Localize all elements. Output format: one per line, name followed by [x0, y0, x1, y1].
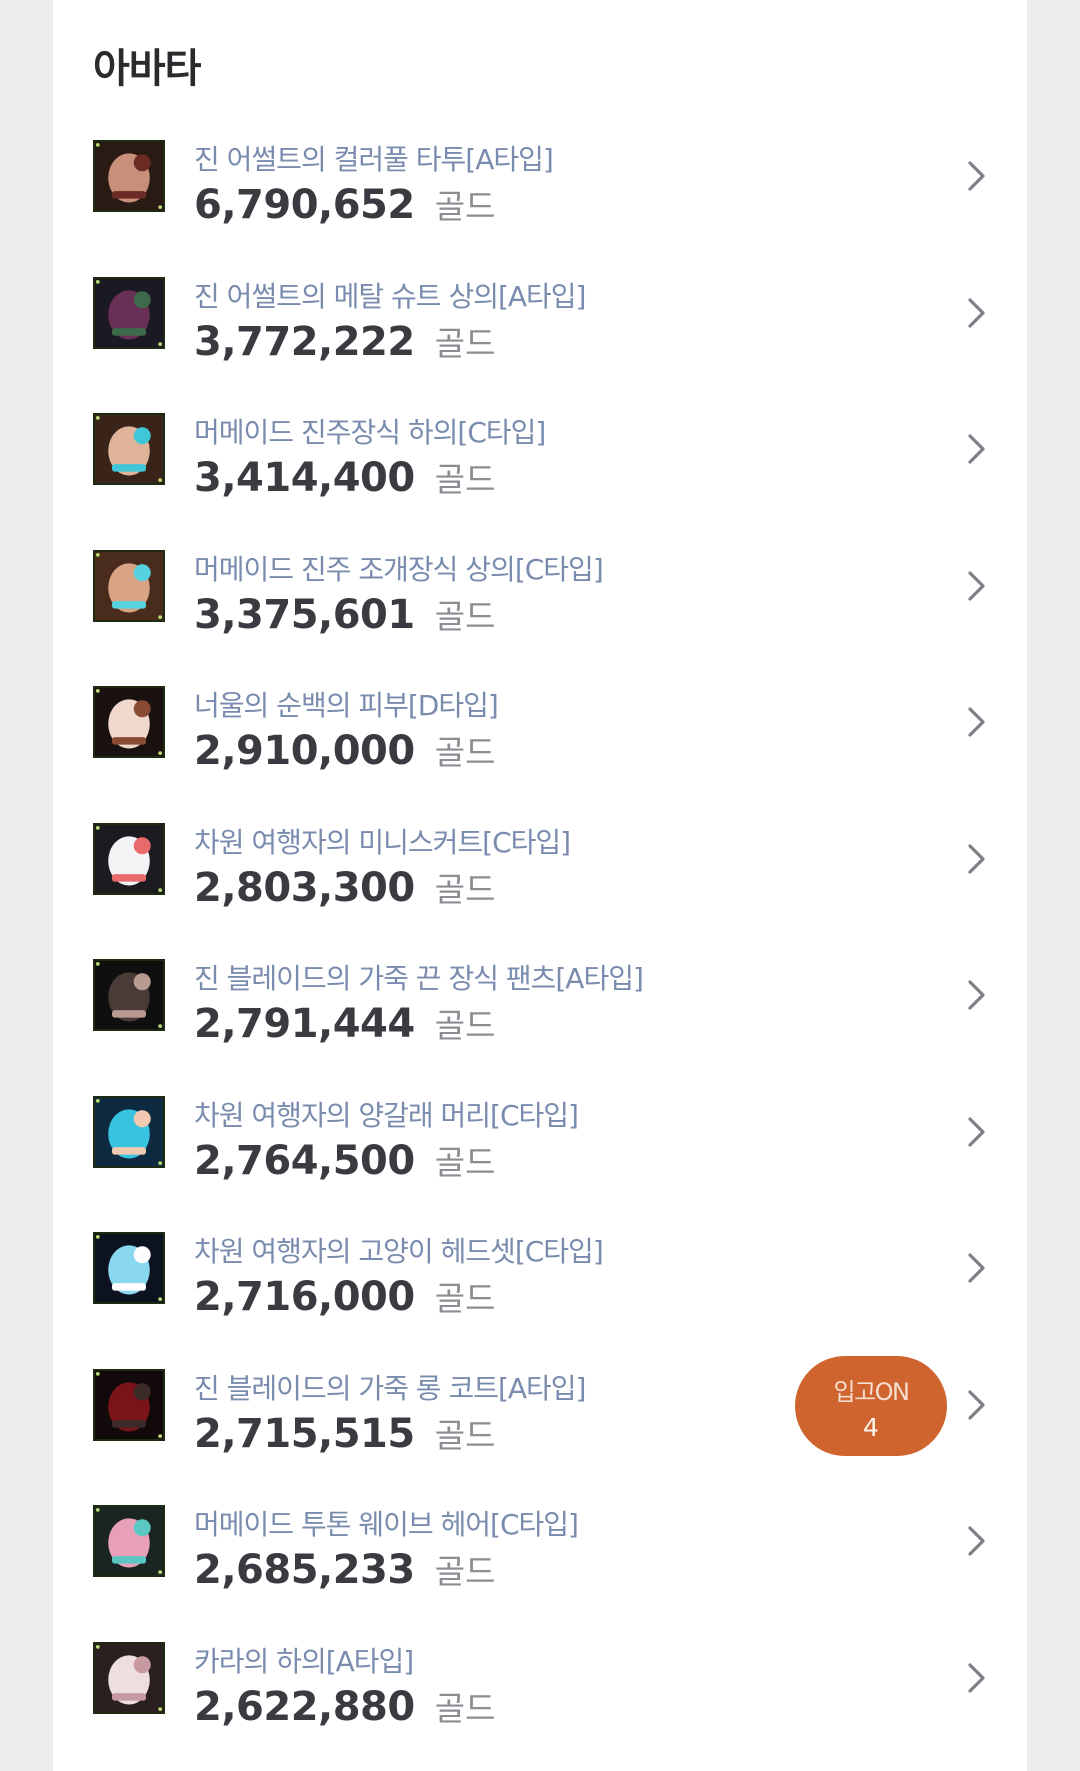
- item-price-row: 2,715,515 골드: [194, 1409, 495, 1457]
- item-price: 2,764,500: [194, 1137, 415, 1184]
- item-price: 2,716,000: [194, 1274, 415, 1320]
- avatar-wave-hair-icon: [93, 1505, 165, 1577]
- item-price-unit: 골드: [434, 596, 496, 636]
- section-title: 아바타: [93, 46, 201, 92]
- restock-badge-label: 입고ON: [833, 1377, 910, 1406]
- item-price: 3,375,601: [194, 591, 415, 638]
- item-name: 카라의 하의[A타입]: [194, 1644, 414, 1678]
- avatar-item-row[interactable]: 머메이드 투톤 웨이브 헤어[C타입] 2,685,233 골드: [53, 1473, 1027, 1610]
- item-price: 2,685,233: [194, 1547, 415, 1593]
- item-price-unit: 골드: [434, 1688, 496, 1728]
- item-price-row: 6,790,652 골드: [194, 180, 495, 228]
- item-name: 머메이드 진주 조개장식 상의[C타입]: [194, 552, 604, 586]
- item-price: 2,715,515: [194, 1410, 415, 1457]
- item-name: 머메이드 투톤 웨이브 헤어[C타입]: [194, 1508, 579, 1541]
- avatar-item-row[interactable]: 차원 여행자의 미니스커트[C타입] 2,803,300 골드: [53, 791, 1027, 928]
- item-name: 진 어썰트의 컬러풀 타투[A타입]: [194, 143, 554, 176]
- avatar-cat-headset-icon: [93, 1232, 165, 1304]
- avatar-item-row[interactable]: 차원 여행자의 고양이 헤드셋[C타입] 2,716,000 골드: [53, 1200, 1027, 1337]
- item-price-unit: 골드: [434, 869, 496, 909]
- avatar-item-row[interactable]: 진 어썰트의 메탈 슈트 상의[A타입] 3,772,222 골드: [53, 245, 1027, 382]
- avatar-item-list: 진 어썰트의 컬러풀 타투[A타입] 6,790,652 골드 진 어썰트의 메…: [53, 108, 1027, 1746]
- avatar-kara-bottom-icon: [93, 1641, 165, 1714]
- item-price: 2,791,444: [194, 1001, 415, 1047]
- item-name: 차원 여행자의 양갈래 머리[C타입]: [194, 1098, 579, 1132]
- avatar-item-row[interactable]: 머메이드 진주 조개장식 상의[C타입] 3,375,601 골드: [53, 518, 1027, 655]
- item-price-unit: 골드: [434, 1006, 496, 1045]
- item-price-unit: 골드: [434, 1142, 496, 1182]
- avatar-item-row[interactable]: 너울의 순백의 피부[D타입] 2,910,000 골드: [53, 654, 1027, 791]
- chevron-right-icon: [968, 1662, 985, 1693]
- item-price: 3,414,400: [194, 455, 415, 501]
- avatar-ranking-card: 아바타 진 어썰트의 컬러풀 타투[A타입] 6,790,652 골드 진 어썰…: [53, 0, 1027, 1771]
- item-price-row: 3,414,400 골드: [194, 453, 495, 501]
- avatar-item-row[interactable]: 차원 여행자의 양갈래 머리[C타입] 2,764,500 골드: [53, 1064, 1027, 1201]
- chevron-right-icon: [968, 1526, 985, 1556]
- avatar-pearl-bottom-icon: [93, 413, 165, 485]
- chevron-right-icon: [968, 1253, 985, 1283]
- item-price-row: 3,375,601 골드: [194, 590, 495, 638]
- chevron-right-icon: [968, 1116, 985, 1147]
- avatar-item-row[interactable]: 진 어썰트의 컬러풀 타투[A타입] 6,790,652 골드: [53, 108, 1027, 245]
- item-price-row: 2,764,500 골드: [194, 1136, 495, 1184]
- chevron-right-icon: [968, 707, 985, 737]
- item-price-unit: 골드: [434, 323, 496, 363]
- avatar-pearl-top-icon: [93, 549, 165, 622]
- chevron-right-icon: [968, 297, 985, 328]
- restock-badge-count: 4: [863, 1412, 879, 1442]
- avatar-item-row[interactable]: 진 블레이드의 가죽 롱 코트[A타입] 2,715,515 골드 입고ON 4: [53, 1337, 1027, 1474]
- item-price-row: 2,716,000 골드: [194, 1272, 495, 1320]
- item-price-row: 2,622,880 골드: [194, 1682, 495, 1730]
- item-price-unit: 골드: [434, 1279, 496, 1318]
- item-price-row: 2,791,444 골드: [194, 999, 495, 1047]
- item-price-unit: 골드: [434, 1552, 496, 1591]
- avatar-miniskirt-icon: [93, 822, 165, 895]
- item-price-row: 2,685,233 골드: [194, 1545, 495, 1593]
- item-price-unit: 골드: [434, 187, 496, 226]
- avatar-twintail-hair-icon: [93, 1095, 165, 1168]
- item-name: 진 블레이드의 가죽 롱 코트[A타입]: [194, 1371, 586, 1405]
- avatar-item-row[interactable]: 진 블레이드의 가죽 끈 장식 팬츠[A타입] 2,791,444 골드: [53, 927, 1027, 1064]
- item-name: 너울의 순백의 피부[D타입]: [194, 689, 499, 722]
- avatar-skin-icon: [93, 686, 165, 758]
- avatar-item-row[interactable]: 카라의 하의[A타입] 2,622,880 골드: [53, 1610, 1027, 1747]
- item-name: 머메이드 진주장식 하의[C타입]: [194, 416, 546, 449]
- item-name: 진 어썰트의 메탈 슈트 상의[A타입]: [194, 279, 586, 313]
- chevron-right-icon: [968, 1389, 985, 1420]
- item-price: 2,910,000: [194, 728, 415, 774]
- item-price-unit: 골드: [434, 1415, 496, 1455]
- item-name: 차원 여행자의 고양이 헤드셋[C타입]: [194, 1235, 604, 1268]
- restock-badge[interactable]: 입고ON 4: [795, 1355, 947, 1456]
- item-price-unit: 골드: [434, 733, 496, 772]
- chevron-right-icon: [968, 434, 985, 464]
- avatar-long-coat-icon: [93, 1368, 165, 1441]
- chevron-right-icon: [968, 843, 985, 874]
- chevron-right-icon: [968, 980, 985, 1010]
- chevron-right-icon: [968, 570, 985, 601]
- item-price: 2,803,300: [194, 864, 415, 911]
- item-price: 2,622,880: [194, 1683, 415, 1730]
- item-price-row: 2,803,300 골드: [194, 863, 495, 911]
- avatar-leather-pants-icon: [93, 959, 165, 1031]
- avatar-item-row[interactable]: 머메이드 진주장식 하의[C타입] 3,414,400 골드: [53, 381, 1027, 518]
- avatar-tattoo-icon: [93, 140, 165, 212]
- avatar-metal-suit-icon: [93, 276, 165, 349]
- item-price-unit: 골드: [434, 460, 496, 499]
- item-name: 차원 여행자의 미니스커트[C타입]: [194, 825, 571, 859]
- item-price: 6,790,652: [194, 182, 415, 228]
- item-price: 3,772,222: [194, 318, 415, 365]
- chevron-right-icon: [968, 161, 985, 191]
- item-name: 진 블레이드의 가죽 끈 장식 팬츠[A타입]: [194, 962, 644, 995]
- item-price-row: 3,772,222 골드: [194, 317, 495, 365]
- item-price-row: 2,910,000 골드: [194, 726, 495, 774]
